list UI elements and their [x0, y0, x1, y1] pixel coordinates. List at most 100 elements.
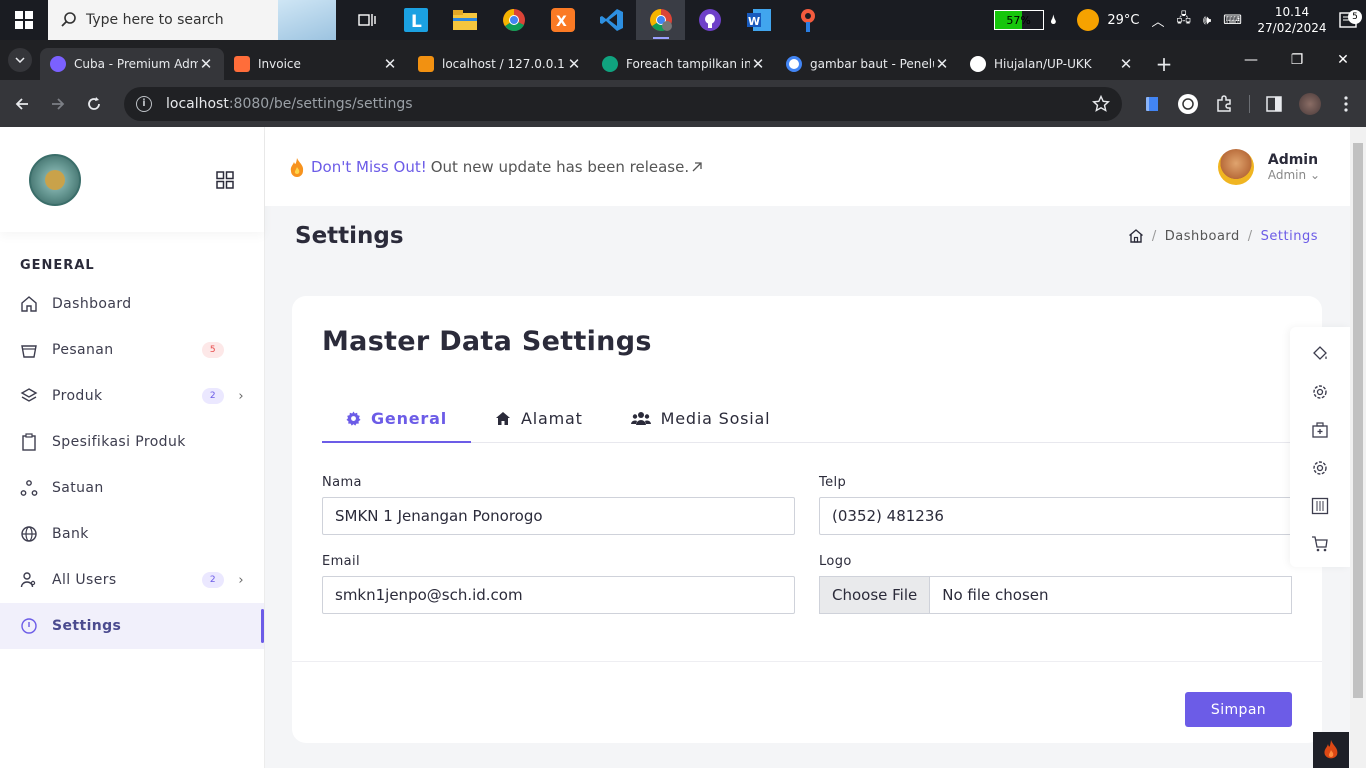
back-button[interactable] — [4, 86, 40, 122]
breadcrumb-dashboard[interactable]: Dashboard — [1165, 229, 1240, 244]
cart-icon[interactable] — [1309, 533, 1331, 555]
sidebar-item-bank[interactable]: Bank — [0, 511, 264, 557]
user-profile-menu[interactable]: Admin Admin ⌄ — [1217, 148, 1320, 185]
choose-file-button[interactable]: Choose File — [820, 577, 931, 613]
minimize-icon[interactable]: — — [1228, 40, 1274, 80]
chrome-icon[interactable] — [489, 0, 538, 40]
language-icon[interactable]: ⌨ — [1223, 13, 1242, 28]
reload-button[interactable] — [76, 86, 112, 122]
sidebar-item-settings[interactable]: Settings — [0, 603, 264, 649]
browser-tab[interactable]: gambar baut - Penelu... ✕ — [776, 48, 960, 80]
scrollbar-thumb[interactable] — [1353, 143, 1363, 698]
telp-input[interactable]: (0352) 481236 — [819, 497, 1292, 535]
sidebar-item-label: Pesanan — [52, 342, 114, 358]
sidebar-item-pesanan[interactable]: Pesanan 5 — [0, 327, 264, 373]
svg-text:W: W — [748, 15, 760, 28]
task-view-icon[interactable] — [342, 0, 391, 40]
address-bar[interactable]: i localhost:8080/be/settings/settings — [124, 86, 1122, 121]
file-explorer-icon[interactable] — [440, 0, 489, 40]
browser-tab[interactable]: Invoice ✕ — [224, 48, 408, 80]
xampp-icon[interactable]: X — [538, 0, 587, 40]
weather-cloud-icon — [1077, 9, 1100, 31]
sourcetree-icon[interactable] — [783, 0, 832, 40]
browser-tab[interactable]: Foreach tampilkan in... ✕ — [592, 48, 776, 80]
sidebar-item-dashboard[interactable]: Dashboard — [0, 281, 264, 327]
gear-icon[interactable] — [1309, 381, 1331, 403]
site-info-icon[interactable]: i — [136, 95, 152, 112]
home-icon[interactable] — [1128, 228, 1144, 244]
app-l-icon[interactable]: L — [391, 0, 440, 40]
notification-center-button[interactable]: 5 — [1330, 10, 1366, 28]
sliders-icon[interactable] — [1309, 495, 1331, 517]
browser-tab[interactable]: localhost / 127.0.0.1 / ... ✕ — [408, 48, 592, 80]
tab-general[interactable]: General — [322, 403, 471, 443]
bookmark-star-icon[interactable] — [1092, 94, 1110, 113]
email-label: Email — [322, 554, 361, 569]
school-logo[interactable] — [29, 153, 81, 206]
word-icon[interactable]: W — [734, 0, 783, 40]
network-icon[interactable]: 🖧 — [1177, 9, 1192, 31]
close-icon[interactable]: ✕ — [198, 55, 214, 73]
paint-bucket-icon[interactable] — [1309, 343, 1331, 365]
svg-text:X: X — [556, 14, 567, 30]
chevron-down-icon — [15, 57, 25, 63]
sidebar-item-produk[interactable]: Produk 2 › — [0, 373, 264, 419]
close-icon[interactable]: ✕ — [1118, 55, 1134, 73]
sidebar-item-satuan[interactable]: Satuan — [0, 465, 264, 511]
clock-time: 10.14 — [1274, 5, 1310, 19]
github-desktop-icon[interactable] — [685, 0, 734, 40]
grid-toggle-button[interactable] — [216, 170, 234, 189]
battery-indicator[interactable]: 57% — [993, 10, 1044, 30]
tab-alamat[interactable]: Alamat — [471, 403, 607, 443]
field-nama: Nama SMKN 1 Jenangan Ponorogo — [322, 475, 795, 535]
taskbar-clock[interactable]: 10.14 27/02/2024 — [1254, 4, 1330, 36]
window-close-icon[interactable]: ✕ — [1320, 40, 1366, 80]
side-panel-icon[interactable] — [1258, 88, 1290, 120]
page-scrollbar[interactable] — [1350, 127, 1366, 768]
briefcase-plus-icon[interactable] — [1309, 419, 1331, 441]
sidebar-section-title: GENERAL — [20, 258, 95, 273]
chrome-profile-icon[interactable] — [636, 0, 685, 40]
new-tab-button[interactable]: + — [1144, 48, 1184, 80]
browser-tab-active[interactable]: Cuba - Premium Admin ✕ — [40, 48, 224, 80]
close-icon[interactable]: ✕ — [934, 55, 950, 73]
tab-media-sosial[interactable]: Media Sosial — [607, 403, 795, 443]
extension-circle-icon[interactable] — [1172, 88, 1204, 120]
volume-icon[interactable]: 🕪 — [1203, 13, 1211, 28]
nodes-icon — [20, 479, 38, 497]
clock-date: 27/02/2024 — [1257, 21, 1327, 35]
breadcrumb: / Dashboard / Settings — [1128, 228, 1318, 244]
tab-title: Hiujalan/UP-UKK — [994, 57, 1092, 71]
sidebar: GENERAL Dashboard Pesanan 5 Produk 2 › S… — [0, 127, 265, 768]
tab-favicon-icon — [970, 56, 986, 72]
logo-file-input[interactable]: Choose File No file chosen — [819, 576, 1292, 614]
forward-button[interactable] — [40, 86, 76, 122]
telp-label: Telp — [819, 475, 847, 490]
profile-avatar[interactable] — [1294, 88, 1326, 120]
vscode-icon[interactable] — [587, 0, 636, 40]
update-announcement[interactable]: Don't Miss Out! Out new update has been … — [289, 157, 702, 177]
extension-file-icon[interactable] — [1136, 88, 1168, 120]
chevron-right-icon: › — [238, 572, 244, 588]
email-input[interactable]: smkn1jenpo@sch.id.com — [322, 576, 795, 614]
sidebar-item-spesifikasi-produk[interactable]: Spesifikasi Produk — [0, 419, 264, 465]
page-title: Settings — [295, 223, 404, 249]
settings-cog-icon[interactable] — [1309, 457, 1331, 479]
close-icon[interactable]: ✕ — [750, 55, 766, 73]
nama-input[interactable]: SMKN 1 Jenangan Ponorogo — [322, 497, 795, 535]
taskbar-search-box[interactable]: Type here to search — [48, 0, 336, 40]
close-icon[interactable]: ✕ — [566, 55, 582, 73]
weather-widget[interactable]: 29°C — [1077, 9, 1140, 31]
sidebar-item-all-users[interactable]: All Users 2 › — [0, 557, 264, 603]
close-icon[interactable]: ✕ — [382, 55, 398, 73]
grid-icon — [216, 170, 234, 189]
tab-search-button[interactable] — [0, 40, 40, 80]
browser-tab[interactable]: Hiujalan/UP-UKK ✕ — [960, 48, 1144, 80]
codeigniter-debug-toolbar-button[interactable] — [1313, 732, 1349, 768]
windows-start-button[interactable] — [0, 0, 48, 40]
save-button[interactable]: Simpan — [1185, 692, 1292, 727]
more-menu-icon[interactable] — [1330, 88, 1362, 120]
extensions-puzzle-icon[interactable] — [1208, 88, 1240, 120]
chevron-up-icon[interactable]: ︿ — [1152, 11, 1165, 30]
restore-icon[interactable]: ❐ — [1274, 40, 1320, 80]
